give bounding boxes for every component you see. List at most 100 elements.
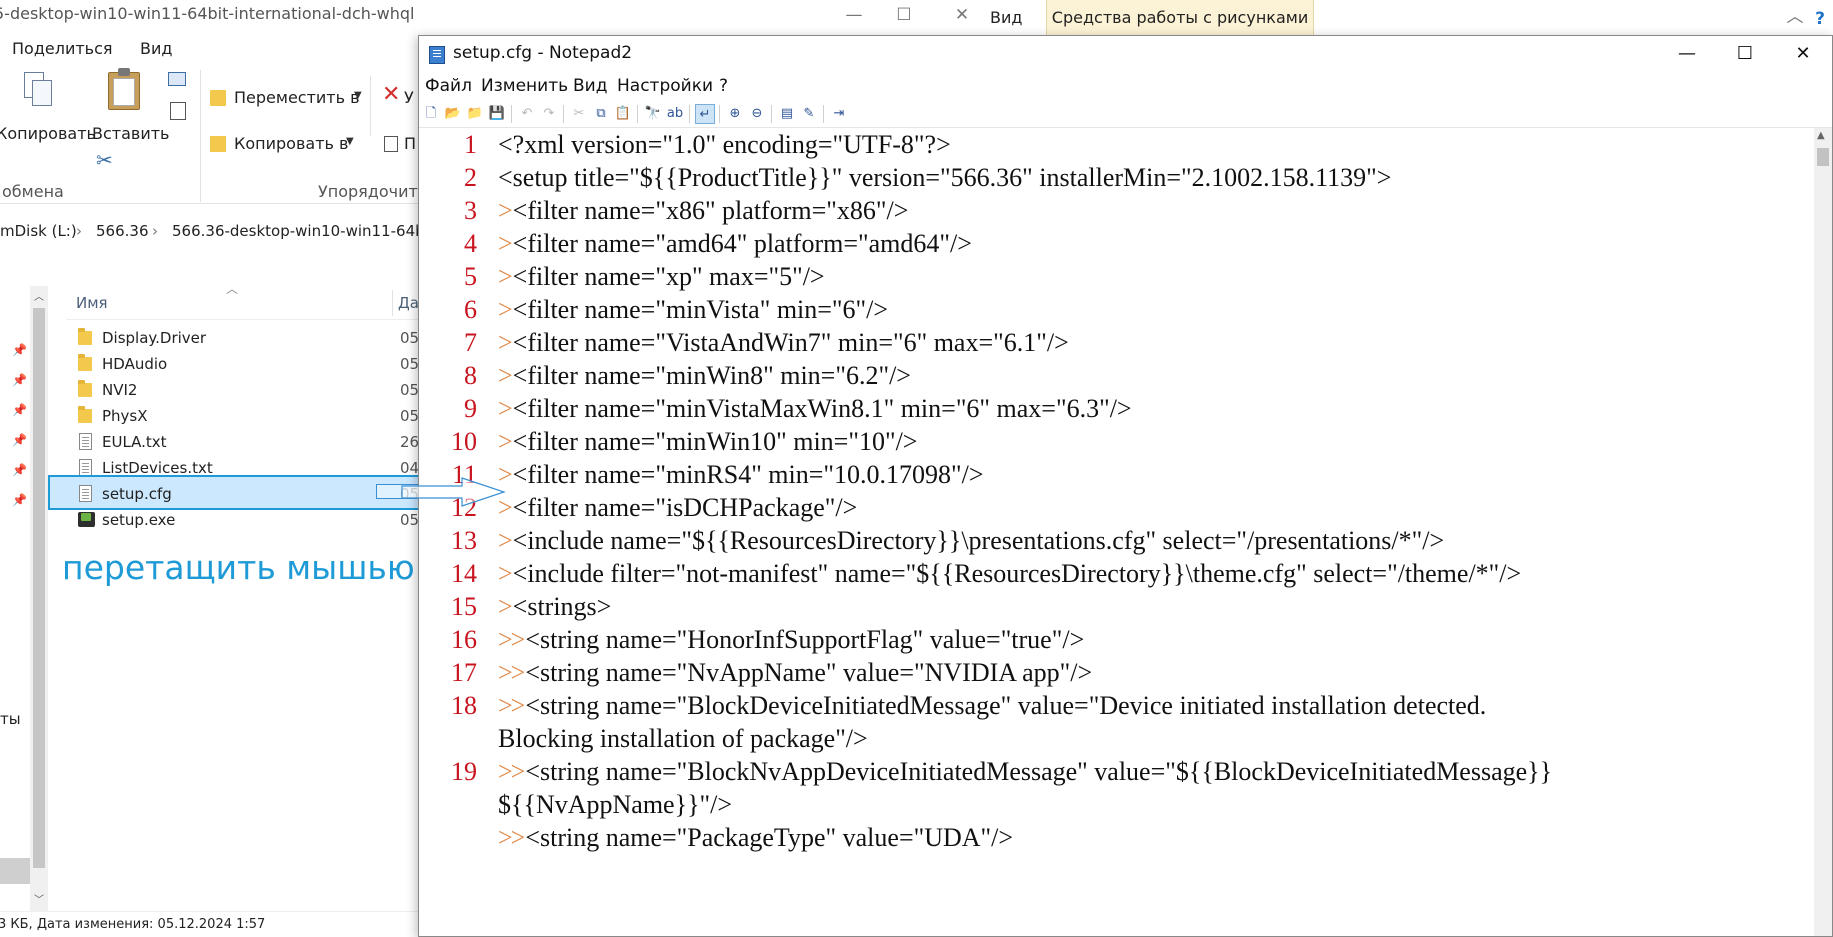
- breadcrumb-item-folder[interactable]: 566.36-desktop-win10-win11-64bit-ir: [172, 214, 450, 248]
- text-editor[interactable]: 1 <?xml version="1.0" encoding="UTF-8"?> …: [419, 128, 1814, 936]
- editor-scroll-thumb[interactable]: [1817, 148, 1829, 166]
- word-wrap-icon[interactable]: ↵: [695, 104, 715, 124]
- scissors-icon[interactable]: ✂: [96, 148, 113, 172]
- rename-button[interactable]: П: [404, 134, 416, 153]
- window-title: setup.cfg - Notepad2: [453, 43, 633, 63]
- exit-icon[interactable]: ⇥: [829, 104, 849, 124]
- editor-vertical-scrollbar[interactable]: ▲: [1814, 128, 1832, 936]
- file-row-eula[interactable]: EULA.txt 26: [70, 429, 420, 455]
- code-text: <filter name="amd64" platform="amd64"/>: [512, 229, 972, 258]
- move-to-button[interactable]: Переместить в: [234, 88, 360, 107]
- delete-button[interactable]: У: [404, 88, 414, 107]
- code-text: <strings>: [512, 592, 612, 621]
- explorer-close-button[interactable]: ✕: [942, 2, 982, 28]
- rename-icon[interactable]: [384, 136, 398, 152]
- nav-pane-scroll-thumb[interactable]: [33, 308, 45, 868]
- new-file-icon[interactable]: 🗋: [421, 104, 441, 124]
- menu-edit[interactable]: Изменить: [481, 76, 568, 96]
- column-date-header[interactable]: Да: [398, 294, 419, 312]
- paste-shortcut-icon[interactable]: [170, 102, 186, 120]
- nav-item-label[interactable]: ты: [0, 710, 21, 728]
- line-number: 16: [451, 625, 477, 654]
- help-icon[interactable]: ?: [1800, 6, 1833, 32]
- line-text: ><filter name="minVista" min="6"/>: [498, 295, 888, 325]
- menu-view[interactable]: Вид: [573, 76, 607, 96]
- browse-icon[interactable]: 📁: [465, 104, 485, 124]
- menu-settings[interactable]: Настройки: [617, 76, 713, 96]
- file-row-listdevices[interactable]: ListDevices.txt 04: [70, 455, 420, 475]
- copy-icon[interactable]: ⧉: [591, 104, 611, 124]
- file-row-physx[interactable]: PhysX 05: [70, 403, 420, 429]
- minimize-button[interactable]: —: [1659, 36, 1715, 72]
- pin-icon[interactable]: 📌: [12, 463, 27, 477]
- tab-marker: >: [498, 592, 513, 621]
- pin-icon[interactable]: 📌: [12, 433, 27, 447]
- file-row-setup-exe[interactable]: setup.exe 05: [70, 507, 420, 533]
- file-name: PhysX: [102, 407, 148, 425]
- line-text: >><string name="HonorInfSupportFlag" val…: [498, 625, 1084, 655]
- zoom-out-icon[interactable]: ⊖: [747, 104, 767, 124]
- column-divider[interactable]: [392, 290, 393, 316]
- pin-icon[interactable]: 📌: [12, 343, 27, 357]
- find-icon[interactable]: 🔭: [643, 104, 663, 124]
- column-name-header[interactable]: Имя: [76, 294, 108, 312]
- menu-share[interactable]: Поделиться: [12, 36, 113, 62]
- pin-icon[interactable]: 📌: [12, 493, 27, 507]
- breadcrumb-item-drive[interactable]: mDisk (L:): [0, 214, 77, 248]
- open-file-icon[interactable]: 📂: [443, 104, 463, 124]
- scheme-icon[interactable]: ▤: [777, 104, 797, 124]
- copy-button[interactable]: Копировать: [0, 124, 96, 143]
- copy-to-dropdown-icon[interactable]: ▼: [346, 136, 354, 147]
- tab-marker: >: [498, 559, 513, 588]
- menu-view[interactable]: Вид: [140, 36, 172, 62]
- maximize-button[interactable]: ☐: [1717, 36, 1773, 72]
- file-row-display-driver[interactable]: Display.Driver 05: [70, 325, 420, 351]
- toolbar-separator: [511, 105, 512, 123]
- file-row-setup-cfg[interactable]: setup.cfg 05: [70, 481, 420, 507]
- scroll-up-icon[interactable]: ▲: [1817, 130, 1825, 141]
- menu-help[interactable]: ?: [719, 76, 728, 96]
- line-number: 1: [464, 130, 477, 159]
- breadcrumb-item-version[interactable]: 566.36: [96, 214, 149, 248]
- copy-to-button[interactable]: Копировать в: [234, 134, 348, 153]
- file-row-hdaudio[interactable]: HDAudio 05: [70, 351, 420, 377]
- pin-icon[interactable]: 📌: [12, 373, 27, 387]
- nav-selected-item[interactable]: [0, 858, 30, 884]
- explorer-titlebar: 5-desktop-win10-win11-64bit-internationa…: [0, 0, 1833, 32]
- line-text: ><filter name="minWin8" min="6.2"/>: [498, 361, 911, 391]
- explorer-ribbon: Копировать Вставить ✂ обмена Переместить…: [0, 62, 427, 204]
- line-text: ><filter name="minRS4" min="10.0.17098"/…: [498, 460, 984, 490]
- tab-marker: >>: [498, 691, 525, 720]
- replace-icon[interactable]: ab: [665, 104, 685, 124]
- scroll-up-icon[interactable]: ︿: [34, 288, 44, 303]
- explorer-minimize-button[interactable]: —: [834, 2, 874, 28]
- scroll-down-icon[interactable]: ﹀: [34, 891, 44, 906]
- folder-icon: [78, 328, 92, 345]
- notepad2-window: setup.cfg - Notepad2 — ☐ ✕ Файл Изменить…: [418, 35, 1833, 937]
- notepad-titlebar[interactable]: setup.cfg - Notepad2 — ☐ ✕: [419, 36, 1832, 72]
- explorer-maximize-button[interactable]: ☐: [884, 2, 924, 28]
- ribbon-tab-picture-tools[interactable]: Средства работы с рисунками: [1046, 0, 1314, 36]
- delete-icon[interactable]: ✕: [382, 82, 400, 107]
- ribbon-tab-view-right[interactable]: Вид: [990, 0, 1022, 36]
- redo-icon[interactable]: ↷: [539, 104, 559, 124]
- pin-icon[interactable]: 📌: [12, 403, 27, 417]
- cut-path-icon[interactable]: [168, 72, 186, 86]
- move-to-dropdown-icon[interactable]: ▼: [354, 90, 362, 101]
- line-number: 4: [464, 229, 477, 258]
- undo-icon[interactable]: ↶: [517, 104, 537, 124]
- line-number: 5: [464, 262, 477, 291]
- notepad2-app-icon[interactable]: [429, 46, 445, 64]
- paste-icon[interactable]: 📋: [613, 104, 633, 124]
- paste-button[interactable]: Вставить: [92, 124, 169, 143]
- cut-icon[interactable]: ✂: [569, 104, 589, 124]
- save-icon[interactable]: 💾: [487, 104, 507, 124]
- file-row-nvi2[interactable]: NVI2 05: [70, 377, 420, 403]
- customize-schemes-icon[interactable]: ✎: [799, 104, 819, 124]
- close-button[interactable]: ✕: [1775, 36, 1831, 72]
- menu-file[interactable]: Файл: [425, 76, 472, 96]
- breadcrumb[interactable]: mDisk (L:) › 566.36 › 566.36-desktop-win…: [0, 214, 450, 248]
- code-text: <filter name="minVistaMaxWin8.1" min="6"…: [512, 394, 1132, 423]
- zoom-in-icon[interactable]: ⊕: [725, 104, 745, 124]
- nav-pane-scrollbar[interactable]: ︿ ﹀: [30, 286, 48, 911]
